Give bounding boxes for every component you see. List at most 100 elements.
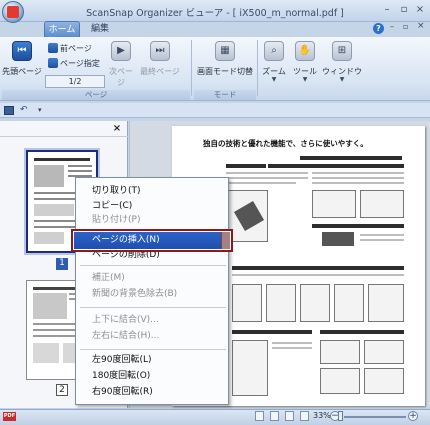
doc-image (232, 340, 268, 396)
zoom-slider[interactable] (344, 416, 406, 418)
doc-text-line (268, 172, 308, 174)
window-layout-icon: ⊞ (332, 41, 352, 61)
last-page-icon: ⏭ (150, 41, 170, 61)
menu-item-insert-page[interactable]: ページの挿入(N) (92, 233, 222, 248)
undo-icon[interactable]: ↶ (20, 105, 32, 115)
fit-page-view-icon[interactable] (270, 411, 279, 421)
ribbon-minimize-icon[interactable]: – (390, 23, 398, 31)
first-page-button[interactable]: ⏮ 先頭ページ (2, 41, 42, 77)
help-icon[interactable]: ? (373, 23, 384, 34)
zoom-button[interactable]: ⌕ ズーム ▼ (260, 41, 288, 83)
doc-image (368, 284, 404, 322)
save-icon[interactable] (4, 106, 14, 115)
page-group-label: ページ (2, 90, 190, 100)
next-page-label: 次ページ (109, 67, 133, 87)
single-page-view-icon[interactable] (255, 411, 264, 421)
first-page-label: 先頭ページ (2, 67, 42, 76)
chevron-down-icon: ▼ (339, 76, 345, 83)
doc-block (226, 164, 266, 168)
menu-item-rotate-right-90[interactable]: 右90度回転(R) (92, 385, 226, 400)
doc-block (312, 224, 404, 228)
doc-image (312, 190, 356, 218)
doc-text-line (232, 274, 404, 276)
chevron-down-icon[interactable]: ▾ (38, 105, 46, 115)
group-divider (191, 40, 192, 96)
menu-item-merge-vertical[interactable]: 上下に結合(V)... (92, 313, 226, 328)
doc-text-line (268, 177, 308, 179)
doc-image (320, 340, 360, 364)
mode-group-label: モード (194, 90, 256, 100)
doc-block (232, 330, 312, 334)
doc-image (300, 284, 330, 322)
chevron-down-icon: ▼ (302, 76, 308, 83)
doc-close-icon[interactable]: × (417, 22, 425, 31)
doc-text-line (360, 234, 404, 236)
menu-item-rotate-left-90[interactable]: 左90度回転(L) (92, 353, 226, 368)
menu-item-correction[interactable]: 補正(M) (92, 271, 226, 286)
doc-image (266, 284, 296, 322)
doc-block (320, 330, 404, 334)
screen-mode-button[interactable]: ▦ 画面モード切替 (194, 41, 256, 77)
menu-separator (80, 349, 226, 350)
group-divider (257, 40, 258, 96)
prev-page-button[interactable]: 前ページ (48, 42, 108, 55)
doc-block (232, 266, 404, 270)
screen-mode-label: 画面モード切替 (197, 67, 253, 76)
quick-access-toolbar (0, 103, 430, 118)
tools-button[interactable]: ✋ ツール ▼ (290, 41, 320, 83)
doc-image (364, 340, 404, 364)
document-heading: 独自の技術と優れた機能で、さらに使いやすく。 (203, 139, 368, 148)
next-page-icon: ▶ (111, 41, 131, 61)
minimize-icon[interactable]: – (381, 4, 393, 16)
doc-image (334, 284, 364, 322)
fit-width-view-icon[interactable] (285, 411, 294, 421)
goto-page-icon (48, 58, 58, 68)
close-icon[interactable]: × (414, 4, 426, 16)
menu-separator (80, 265, 226, 266)
doc-text-line (226, 182, 296, 184)
menu-item-copy[interactable]: コピー(C) (92, 199, 226, 214)
window-title: ScanSnap Organizer ビューア - [ iX500_m_norm… (86, 8, 344, 19)
doc-block (312, 164, 404, 168)
zoom-slider-handle[interactable] (338, 411, 343, 421)
pdf-icon: PDF (3, 412, 16, 421)
doc-text-line (272, 347, 312, 349)
last-page-button[interactable]: ⏭ 最終ページ (134, 41, 186, 77)
tab-edit[interactable]: 編集 (86, 21, 114, 37)
next-page-button[interactable]: ▶ 次ページ (108, 41, 134, 88)
last-page-label: 最終ページ (140, 67, 180, 76)
doc-restore-icon[interactable]: ▫ (403, 23, 411, 31)
maximize-icon[interactable]: ▫ (398, 4, 410, 16)
zoom-in-icon[interactable]: + (408, 411, 418, 421)
page-number-label: 1 (56, 258, 68, 270)
tab-home[interactable]: ホーム (44, 21, 80, 37)
doc-image (360, 190, 404, 218)
hand-tool-icon: ✋ (295, 41, 315, 61)
close-icon[interactable]: × (112, 124, 122, 134)
first-page-icon: ⏮ (12, 41, 32, 61)
panel-divider (0, 136, 128, 137)
menu-separator (80, 307, 226, 308)
doc-scanner-image (322, 232, 354, 246)
menu-item-cut[interactable]: 切り取り(T) (92, 184, 226, 199)
doc-text-line (272, 342, 312, 344)
doc-text-line (312, 177, 404, 179)
zoom-icon: ⌕ (264, 41, 284, 61)
menu-item-rotate-180[interactable]: 180度回転(O) (92, 369, 226, 384)
goto-page-label: ページ指定 (60, 59, 100, 68)
doc-text-line (360, 239, 404, 241)
menu-item-merge-horizontal[interactable]: 左右に結合(H)... (92, 329, 226, 344)
doc-block (300, 156, 402, 160)
menu-item-paste[interactable]: 貼り付け(P) (92, 213, 226, 228)
doc-text-line (312, 172, 404, 174)
page-number-label: 2 (56, 384, 68, 396)
prev-page-label: 前ページ (60, 44, 92, 53)
highlight-frame-edge (221, 232, 230, 249)
actual-size-view-icon[interactable] (300, 411, 309, 421)
goto-page-button[interactable]: ページ指定 (48, 57, 108, 70)
page-counter-field[interactable]: 1/2 (45, 75, 105, 88)
menu-item-newspaper-bg-removal[interactable]: 新聞の背景色除去(B) (92, 287, 226, 302)
zoom-level: 33% (313, 411, 331, 420)
window-button[interactable]: ⊞ ウィンドウ ▼ (322, 41, 362, 83)
screen-mode-icon: ▦ (215, 41, 235, 61)
